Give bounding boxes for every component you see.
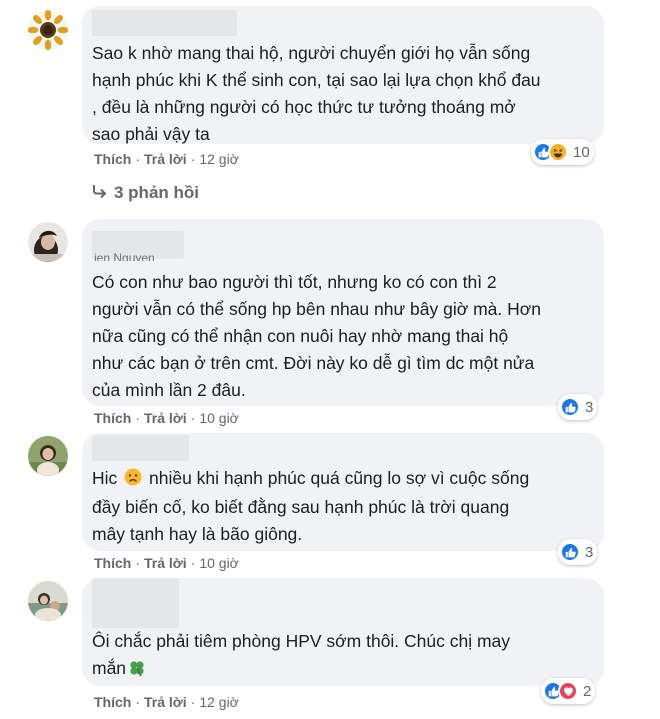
reply-arrow-icon — [92, 183, 108, 203]
reaction-summary[interactable]: 3 — [558, 394, 598, 420]
comment-actions: Thích · Trả lời · 12 giờ — [94, 694, 239, 710]
reaction-count: 3 — [585, 398, 594, 416]
avatar[interactable] — [28, 581, 68, 621]
timestamp[interactable]: 10 giờ — [199, 555, 239, 571]
comment-bubble: Ôi chắc phải tiêm phòng HPV sớm thôi. Ch… — [82, 578, 604, 686]
haha-reaction-icon — [548, 142, 568, 162]
reaction-summary[interactable]: 3 — [558, 539, 598, 565]
avatar[interactable] — [28, 222, 68, 262]
comment-text: Có con như bao người thì tốt, nhưng ko c… — [92, 272, 541, 400]
comment-text-start: Hic — [92, 468, 123, 488]
avatar[interactable] — [28, 10, 68, 50]
comment-text: Ôi chắc phải tiêm phòng HPV sớm thôi. Ch… — [92, 628, 510, 685]
like-reaction-icon — [560, 542, 580, 562]
reply-link[interactable]: Trả lời — [144, 555, 187, 571]
avatar[interactable] — [28, 436, 68, 476]
comment-actions: Thích · Trả lời · 10 giờ — [94, 410, 239, 426]
like-link[interactable]: Thích — [94, 410, 131, 426]
reaction-summary[interactable]: 10 — [531, 139, 594, 165]
like-reaction-icon — [560, 397, 580, 417]
comment-bubble: Sao k nhờ mang thai hộ, người chuyển giớ… — [82, 6, 604, 144]
reaction-summary[interactable]: 2 — [541, 678, 596, 704]
comment-bubble: Hic nhiều khi hạnh phúc quá cũng lo sợ v… — [82, 433, 604, 551]
author-name-redacted[interactable] — [92, 578, 179, 628]
author-name-partial[interactable]: ien Nguyen — [94, 253, 155, 261]
reply-link[interactable]: Trả lời — [144, 151, 187, 167]
reply-link[interactable]: Trả lời — [144, 410, 187, 426]
comment-text-body: Ôi chắc phải tiêm phòng HPV sớm thôi. Ch… — [92, 631, 511, 678]
like-link[interactable]: Thích — [94, 694, 131, 710]
comment-text: Sao k nhờ mang thai hộ, người chuyển giớ… — [92, 43, 541, 144]
comment-actions: Thích · Trả lời · 10 giờ — [94, 555, 239, 571]
reaction-count: 3 — [585, 543, 594, 561]
author-name-redacted[interactable] — [92, 435, 189, 461]
four-leaf-clover-icon — [128, 658, 146, 685]
timestamp[interactable]: 12 giờ — [199, 151, 239, 167]
reply-link[interactable]: Trả lời — [144, 694, 187, 710]
like-link[interactable]: Thích — [94, 555, 131, 571]
comment-actions: Thích · Trả lời · 12 giờ — [94, 151, 239, 167]
author-name-redacted[interactable] — [92, 10, 237, 36]
love-reaction-icon — [558, 681, 578, 701]
view-replies-link[interactable]: 3 phản hồi — [92, 183, 199, 203]
comment-text-rest: nhiều khi hạnh phúc quá cũng lo sợ vì cu… — [92, 468, 530, 544]
timestamp[interactable]: 10 giờ — [199, 410, 239, 426]
frowning-face-icon — [124, 467, 142, 494]
timestamp[interactable]: 12 giờ — [199, 694, 239, 710]
comment-bubble: ien Nguyen Có con như bao người thì tốt,… — [82, 219, 604, 406]
reaction-count: 2 — [583, 682, 592, 700]
replies-count-label: 3 phản hồi — [114, 183, 199, 202]
comment-text: Hic nhiều khi hạnh phúc quá cũng lo sợ v… — [92, 465, 529, 548]
like-link[interactable]: Thích — [94, 151, 131, 167]
reaction-count: 10 — [573, 143, 590, 161]
